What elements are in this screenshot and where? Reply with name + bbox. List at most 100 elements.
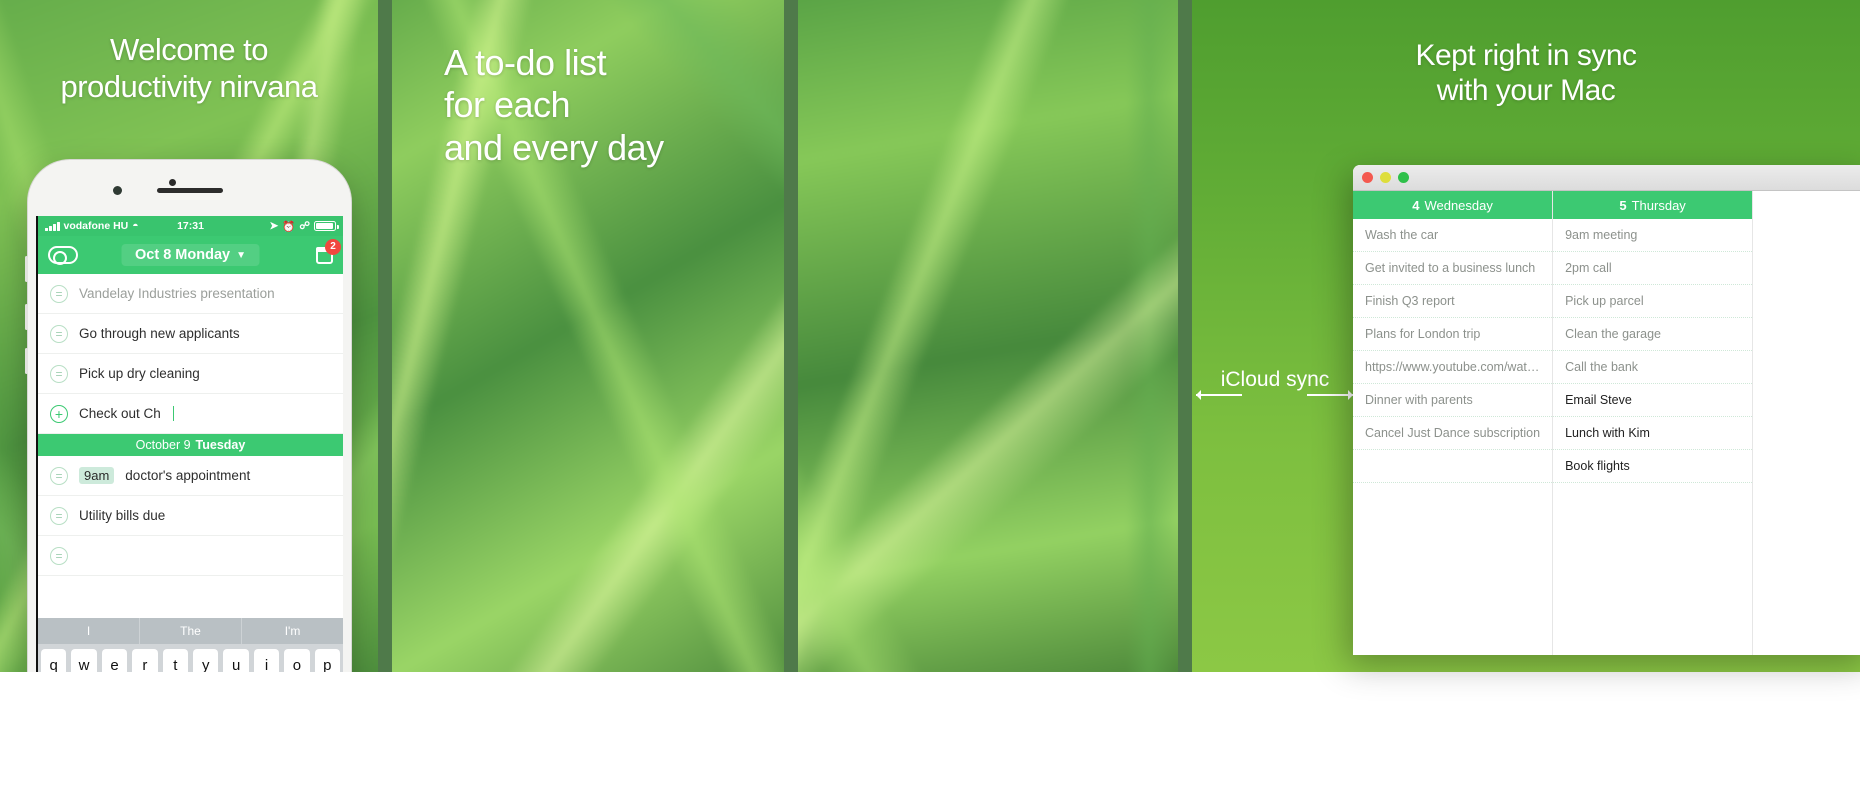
suggestion-0[interactable]: I (38, 618, 140, 644)
front-camera-icon (113, 186, 122, 195)
mac-day-column: 4 Wednesday Wash the car Get invited to a b… (1353, 191, 1554, 655)
suggestion-2[interactable]: I'm (242, 618, 343, 644)
list-item[interactable]: = (38, 536, 343, 576)
hide-completed-toggle[interactable] (48, 246, 78, 265)
list-item[interactable]: = Utility bills due (38, 496, 343, 536)
key[interactable]: r (132, 649, 158, 672)
time-chip: 9am (79, 467, 115, 484)
mac-list-item[interactable]: https://www.youtube.com/wat… (1353, 351, 1553, 384)
list-item-label: Utility bills due (79, 508, 166, 523)
mac-list-item[interactable]: 2pm call (1553, 252, 1753, 285)
mac-day-columns: 4 Wednesday Wash the car Get invited to a b… (1353, 191, 1860, 655)
key[interactable]: i (253, 649, 280, 672)
key[interactable]: p (314, 649, 341, 672)
status-bar: vodafone HU ◓ 17:31 ➤ ⏰ ☍ (38, 216, 343, 236)
key[interactable]: w (71, 649, 97, 672)
mac-list-item[interactable]: Dinner with parents (1353, 384, 1553, 417)
mac-column-weekday: Thursday (1631, 197, 1686, 213)
list-item[interactable]: = Pick up dry cleaning (38, 354, 343, 394)
panel-divider (784, 0, 798, 672)
key[interactable]: t (162, 649, 188, 672)
list-item[interactable]: = Vandelay Industries presentation (38, 274, 343, 314)
list-item-label: Vandelay Industries presentation (79, 286, 275, 301)
mac-list-item[interactable]: Finish Q3 report (1353, 285, 1553, 318)
mac-column-header: 4 Wednesday (1353, 191, 1553, 219)
panel-todo-list: A to-do list for each and every day = Hi… (392, 0, 784, 672)
arrow-left-icon (1196, 390, 1242, 400)
panel-3-background (798, 0, 1178, 672)
panel-4-headline: Kept right in sync with your Mac (1415, 39, 1637, 108)
new-item-editor-row[interactable]: + Check out Ch (38, 394, 343, 434)
mac-list-item[interactable] (1353, 450, 1553, 483)
text-caret (172, 406, 174, 421)
chevron-down-icon: ▼ (236, 249, 246, 261)
minimize-icon[interactable] (1380, 172, 1391, 183)
mac-column-date: 5 (1619, 197, 1627, 213)
panel-2-headline: A to-do list for each and every day (444, 42, 664, 168)
mac-list-item[interactable]: Plans for London trip (1353, 318, 1553, 351)
mac-list-item[interactable]: Cancel Just Dance subscription (1353, 417, 1553, 450)
panel-1-headline: Welcome to productivity nirvana (60, 32, 318, 104)
earpiece-speaker (156, 188, 223, 193)
plus-icon[interactable]: + (50, 404, 68, 423)
screenshot-stage: Welcome to productivity nirvana vodafone… (0, 0, 1860, 800)
close-icon[interactable] (1362, 172, 1373, 183)
panel-welcome: Welcome to productivity nirvana vodafone… (0, 0, 378, 672)
battery-icon (314, 221, 339, 231)
mac-column-weekday: Wednesday (1424, 197, 1493, 213)
clock-label: 17:31 (177, 220, 204, 232)
mac-column-header: 5 Thursday (1553, 191, 1753, 219)
app-navbar: Oct 8 Monday ▼ 2 (38, 236, 343, 274)
suggestion-1[interactable]: The (140, 618, 242, 644)
key[interactable]: e (101, 649, 128, 672)
todo-list-day-1: = Vandelay Industries presentation = Go … (38, 274, 343, 434)
mac-list-item[interactable]: Lunch with Kim (1553, 417, 1753, 450)
separator-date: October 9 (135, 438, 191, 452)
mac-day-column: 5 Thursday 9am meeting 2pm call Pick up parc… (1553, 191, 1754, 655)
mac-list-item[interactable]: 9am meeting (1553, 219, 1753, 252)
equals-icon[interactable]: = (50, 364, 68, 383)
key[interactable]: q (40, 649, 67, 672)
mac-list-item[interactable]: Email Steve (1553, 384, 1753, 417)
mac-list-item[interactable]: Clean the garage (1553, 318, 1753, 351)
mac-list-item[interactable]: Pick up parcel (1553, 285, 1753, 318)
mac-column-date: 4 (1412, 197, 1420, 213)
keyboard-row-1: q w e r t y u i o p (38, 644, 343, 672)
calendar-button[interactable]: 2 (316, 238, 341, 264)
onscreen-keyboard[interactable]: I The I'm q w e r t y u i o p (38, 618, 343, 672)
iphone-device-1: vodafone HU ◓ 17:31 ➤ ⏰ ☍ Oct 8 Monday ▼… (25, 160, 351, 672)
panel-divider (1178, 0, 1192, 672)
new-item-input[interactable]: Check out Ch (79, 406, 161, 421)
maximize-icon[interactable] (1398, 172, 1409, 183)
day-separator: October 9 Tuesday (38, 434, 343, 456)
equals-icon[interactable]: = (50, 324, 68, 343)
mac-list-item[interactable]: Wash the car (1353, 219, 1553, 252)
proximity-sensor-icon (169, 179, 176, 186)
list-item[interactable]: = 9am doctor's appointment (38, 456, 343, 496)
list-item-label: Pick up dry cleaning (79, 366, 200, 381)
date-picker-button[interactable]: Oct 8 Monday ▼ (121, 244, 260, 266)
key[interactable]: o (284, 649, 310, 672)
notification-badge: 2 (325, 238, 341, 255)
mac-titlebar[interactable] (1353, 165, 1860, 191)
todo-list-day-2: = 9am doctor's appointment = Utility bil… (38, 456, 343, 576)
equals-icon[interactable]: = (50, 546, 68, 565)
iphone-1-screen: vodafone HU ◓ 17:31 ➤ ⏰ ☍ Oct 8 Monday ▼… (36, 216, 343, 672)
separator-weekday: Tuesday (195, 438, 246, 452)
equals-icon[interactable]: = (50, 506, 68, 525)
navbar-date-label: Oct 8 Monday (135, 247, 231, 263)
mac-list-item[interactable]: Book flights (1553, 450, 1753, 483)
icloud-sync-label: iCloud sync (1220, 368, 1330, 391)
panel-calendar: 17:31 November 2018 1 MON TUE WED THU FR… (798, 0, 1178, 672)
equals-icon[interactable]: = (50, 284, 68, 303)
equals-icon[interactable]: = (50, 466, 68, 485)
key[interactable]: u (223, 649, 249, 672)
keyboard-suggestions: I The I'm (38, 618, 343, 644)
mac-list-item[interactable]: Get invited to a business lunch (1353, 252, 1553, 285)
arrow-right-icon (1307, 390, 1353, 400)
list-item[interactable]: = Go through new applicants (38, 314, 343, 354)
list-item-label: Go through new applicants (79, 326, 240, 341)
mac-list-item[interactable]: Call the bank (1553, 351, 1753, 384)
list-item-label: doctor's appointment (125, 468, 251, 483)
key[interactable]: y (193, 649, 219, 672)
